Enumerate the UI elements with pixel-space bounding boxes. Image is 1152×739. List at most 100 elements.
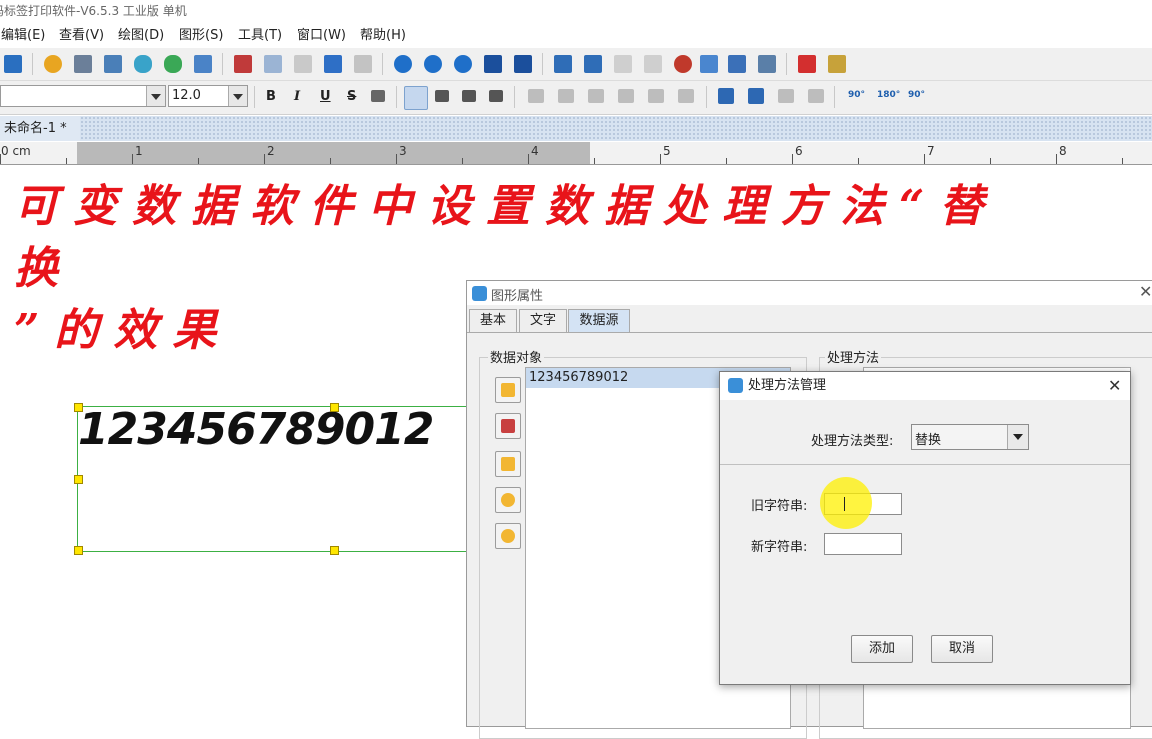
align-objects-center-icon[interactable] bbox=[558, 89, 574, 103]
method-type-label: 处理方法类型: bbox=[811, 434, 894, 449]
menu-tools[interactable]: 工具(T) bbox=[238, 26, 282, 46]
close-icon[interactable]: ✕ bbox=[1139, 282, 1152, 301]
tab-text[interactable]: 文字 bbox=[519, 309, 567, 332]
edit-data-button[interactable] bbox=[495, 413, 521, 439]
group-icon[interactable] bbox=[614, 55, 632, 73]
resize-handle[interactable] bbox=[330, 403, 339, 412]
h-space-icon[interactable] bbox=[778, 89, 794, 103]
zoom-actual-icon[interactable] bbox=[454, 55, 472, 73]
eye-icon[interactable] bbox=[674, 55, 692, 73]
method-type-value: 替换 bbox=[915, 433, 942, 448]
fit-width-icon[interactable] bbox=[514, 55, 532, 73]
zoom-in-icon[interactable] bbox=[394, 55, 412, 73]
v-space-icon[interactable] bbox=[808, 89, 824, 103]
align-objects-left-icon[interactable] bbox=[528, 89, 544, 103]
close-icon[interactable]: ✕ bbox=[1108, 372, 1121, 399]
data-objects-label: 数据对象 bbox=[488, 347, 545, 366]
menu-bar: 编辑(E) 查看(V) 绘图(D) 图形(S) 工具(T) 窗口(W) 帮助(H… bbox=[0, 24, 1152, 48]
window-title: 码标签打印软件-V6.5.3 工业版 单机 bbox=[0, 4, 187, 18]
resize-handle[interactable] bbox=[74, 546, 83, 555]
align-center-icon[interactable] bbox=[435, 90, 449, 102]
same-width-icon[interactable] bbox=[718, 88, 734, 104]
database-icon[interactable] bbox=[134, 55, 152, 73]
grid-icon[interactable] bbox=[194, 55, 212, 73]
letter-spacing-icon[interactable] bbox=[371, 90, 385, 102]
new-string-input[interactable] bbox=[824, 533, 902, 555]
method-type-select[interactable]: 替换 bbox=[911, 424, 1029, 450]
menu-draw[interactable]: 绘图(D) bbox=[118, 26, 164, 46]
ruler-mark: 1 bbox=[135, 144, 143, 158]
align-objects-middle-icon[interactable] bbox=[648, 89, 664, 103]
app-icon bbox=[472, 286, 487, 301]
menu-help[interactable]: 帮助(H) bbox=[360, 26, 406, 46]
distribute-icon[interactable] bbox=[758, 55, 776, 73]
italic-button[interactable]: I bbox=[294, 89, 300, 104]
cancel-button[interactable]: 取消 bbox=[931, 635, 993, 663]
add-button[interactable]: 添加 bbox=[851, 635, 913, 663]
font-size-combo[interactable]: 12.0 bbox=[168, 85, 248, 107]
tab-basic[interactable]: 基本 bbox=[469, 309, 517, 332]
font-name-combo[interactable] bbox=[0, 85, 166, 107]
old-string-label: 旧字符串: bbox=[751, 499, 808, 514]
undo-icon[interactable] bbox=[324, 55, 342, 73]
send-backward-icon[interactable] bbox=[584, 55, 602, 73]
cut-icon[interactable] bbox=[234, 55, 252, 73]
database-add-icon[interactable] bbox=[164, 55, 182, 73]
chevron-down-icon[interactable] bbox=[146, 86, 165, 106]
menu-shape[interactable]: 图形(S) bbox=[179, 26, 223, 46]
menu-edit[interactable]: 编辑(E) bbox=[1, 26, 45, 46]
bring-forward-icon[interactable] bbox=[554, 55, 572, 73]
resize-handle[interactable] bbox=[74, 475, 83, 484]
toolbar-separator bbox=[222, 53, 223, 75]
align-objects-bottom-icon[interactable] bbox=[618, 89, 634, 103]
copy-icon[interactable] bbox=[264, 55, 282, 73]
align-right-icon[interactable] bbox=[462, 90, 476, 102]
dialog-title: 处理方法管理 bbox=[748, 378, 827, 393]
calculator-icon[interactable] bbox=[828, 55, 846, 73]
align-objects-top-icon[interactable] bbox=[588, 89, 604, 103]
underline-button[interactable]: U bbox=[320, 89, 331, 104]
ungroup-icon[interactable] bbox=[644, 55, 662, 73]
zoom-out-icon[interactable] bbox=[424, 55, 442, 73]
toolbar-separator bbox=[542, 53, 543, 75]
move-down-button[interactable] bbox=[495, 523, 521, 549]
text-cursor-icon bbox=[844, 497, 845, 511]
resize-handle[interactable] bbox=[74, 403, 83, 412]
move-up-button[interactable] bbox=[495, 487, 521, 513]
menu-view[interactable]: 查看(V) bbox=[59, 26, 104, 46]
settings-icon[interactable] bbox=[44, 55, 62, 73]
same-height-icon[interactable] bbox=[748, 88, 764, 104]
print-preview-icon[interactable] bbox=[104, 55, 122, 73]
redo-icon[interactable] bbox=[354, 55, 372, 73]
bold-button[interactable]: B bbox=[266, 89, 276, 104]
remove-data-button[interactable] bbox=[495, 451, 521, 477]
toolbar-separator bbox=[706, 86, 707, 108]
save-icon[interactable] bbox=[4, 55, 22, 73]
align-left-icon[interactable] bbox=[404, 86, 428, 110]
rotate-180-button[interactable]: 180° bbox=[877, 90, 900, 100]
rotate-270-button[interactable]: 90° bbox=[908, 90, 925, 100]
chevron-down-icon[interactable] bbox=[1007, 425, 1028, 449]
tab-datasource[interactable]: 数据源 bbox=[568, 309, 630, 332]
rotate-90-button[interactable]: 90° bbox=[848, 90, 865, 100]
chevron-down-icon[interactable] bbox=[228, 86, 247, 106]
paste-icon[interactable] bbox=[294, 55, 312, 73]
document-tab-bar bbox=[0, 116, 1152, 141]
resize-handle[interactable] bbox=[330, 546, 339, 555]
add-data-button[interactable] bbox=[495, 377, 521, 403]
align-icon[interactable] bbox=[728, 55, 746, 73]
toolbar-separator bbox=[382, 53, 383, 75]
pdf-icon[interactable] bbox=[798, 55, 816, 73]
fit-page-icon[interactable] bbox=[484, 55, 502, 73]
strikethrough-button[interactable]: S bbox=[347, 89, 356, 104]
layer-icon[interactable] bbox=[700, 55, 718, 73]
menu-window[interactable]: 窗口(W) bbox=[297, 26, 346, 46]
print-icon[interactable] bbox=[74, 55, 92, 73]
document-tab[interactable]: 未命名-1 * bbox=[0, 116, 80, 141]
align-justify-icon[interactable] bbox=[489, 90, 503, 102]
ruler-mark: 5 bbox=[663, 144, 671, 158]
ruler-unit-label: 0 cm bbox=[1, 144, 31, 158]
align-objects-right-icon[interactable] bbox=[678, 89, 694, 103]
new-string-label: 新字符串: bbox=[751, 540, 808, 555]
format-toolbar: 12.0 B I U S 90° 180° 90° bbox=[0, 81, 1152, 115]
